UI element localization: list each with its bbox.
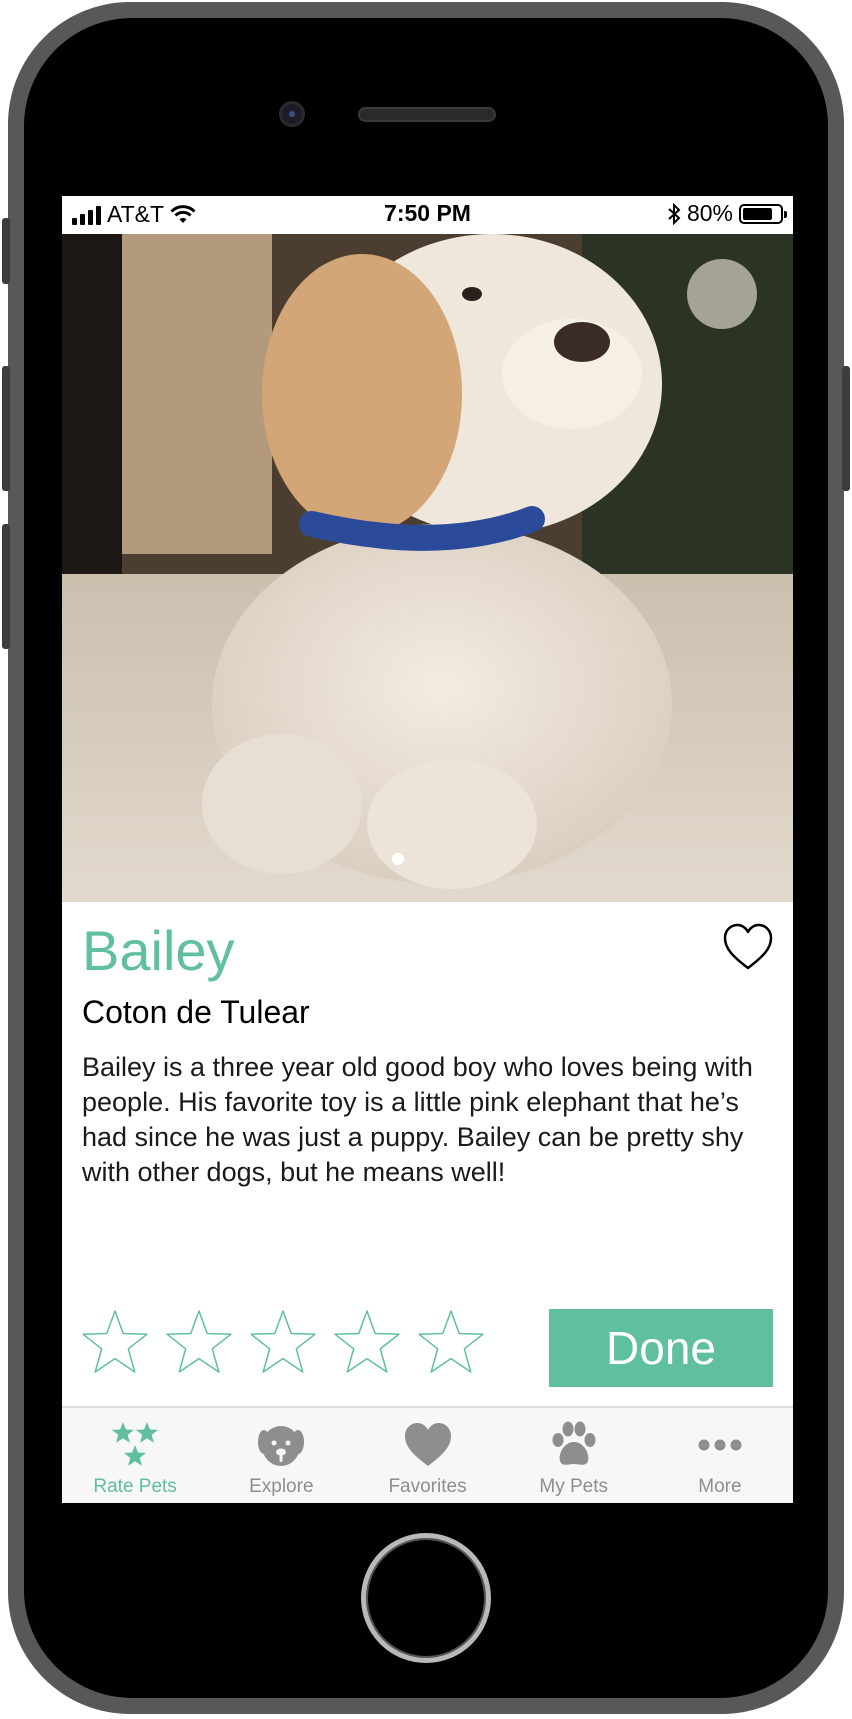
more-dots-icon: [698, 1439, 742, 1451]
tab-label: Explore: [249, 1476, 314, 1497]
pet-description: Bailey is a three year old good boy who …: [82, 1052, 753, 1187]
tab-more[interactable]: More: [647, 1408, 793, 1503]
tab-label: Favorites: [388, 1476, 467, 1497]
power-button: [842, 366, 850, 491]
pet-name: Bailey: [82, 919, 235, 982]
battery-percent: 80%: [686, 200, 733, 226]
done-button[interactable]: Done: [549, 1309, 773, 1387]
status-bar: AT&T 7:50 PM 80%: [62, 196, 793, 234]
rating-star-3[interactable]: [248, 1308, 318, 1378]
earpiece-speaker: [358, 107, 496, 122]
tab-label: Rate Pets: [93, 1476, 177, 1497]
pet-breed: Coton de Tulear: [82, 994, 310, 1030]
front-camera: [279, 101, 305, 127]
battery-fill: [743, 207, 772, 220]
volume-down-button: [2, 524, 10, 649]
tab-favorites[interactable]: Favorites: [354, 1408, 500, 1503]
stars-icon: [112, 1422, 159, 1466]
tab-my-pets[interactable]: My Pets: [501, 1408, 647, 1503]
mute-switch: [2, 218, 10, 284]
paw-icon: [552, 1421, 596, 1465]
tab-label: My Pets: [539, 1476, 609, 1497]
rating-star-5[interactable]: [416, 1308, 486, 1378]
battery-icon: [739, 203, 787, 224]
bluetooth-icon: [668, 202, 681, 225]
rating-stars: [80, 1308, 486, 1378]
photo-page-indicator: [392, 853, 404, 865]
tab-explore[interactable]: Explore: [208, 1408, 354, 1503]
app-screen: AT&T 7:50 PM 80% Bailey Coton de Tulear …: [62, 196, 793, 1503]
pet-photo[interactable]: [62, 234, 793, 902]
tab-rate-pets[interactable]: Rate Pets: [62, 1408, 208, 1503]
heart-icon: [404, 1423, 451, 1466]
tab-bar: Rate Pets Explore Favorites My Pets More: [62, 1406, 793, 1503]
home-button[interactable]: [361, 1533, 491, 1663]
rating-star-1[interactable]: [80, 1308, 150, 1378]
rating-star-2[interactable]: [164, 1308, 234, 1378]
volume-up-button: [2, 366, 10, 491]
rating-star-4[interactable]: [332, 1308, 402, 1378]
dog-face-icon: [258, 1426, 305, 1466]
tab-label: More: [698, 1476, 742, 1497]
favorite-heart-icon[interactable]: [722, 922, 774, 974]
dog-photo-illustration: [62, 234, 793, 902]
status-right: 80%: [667, 200, 787, 227]
